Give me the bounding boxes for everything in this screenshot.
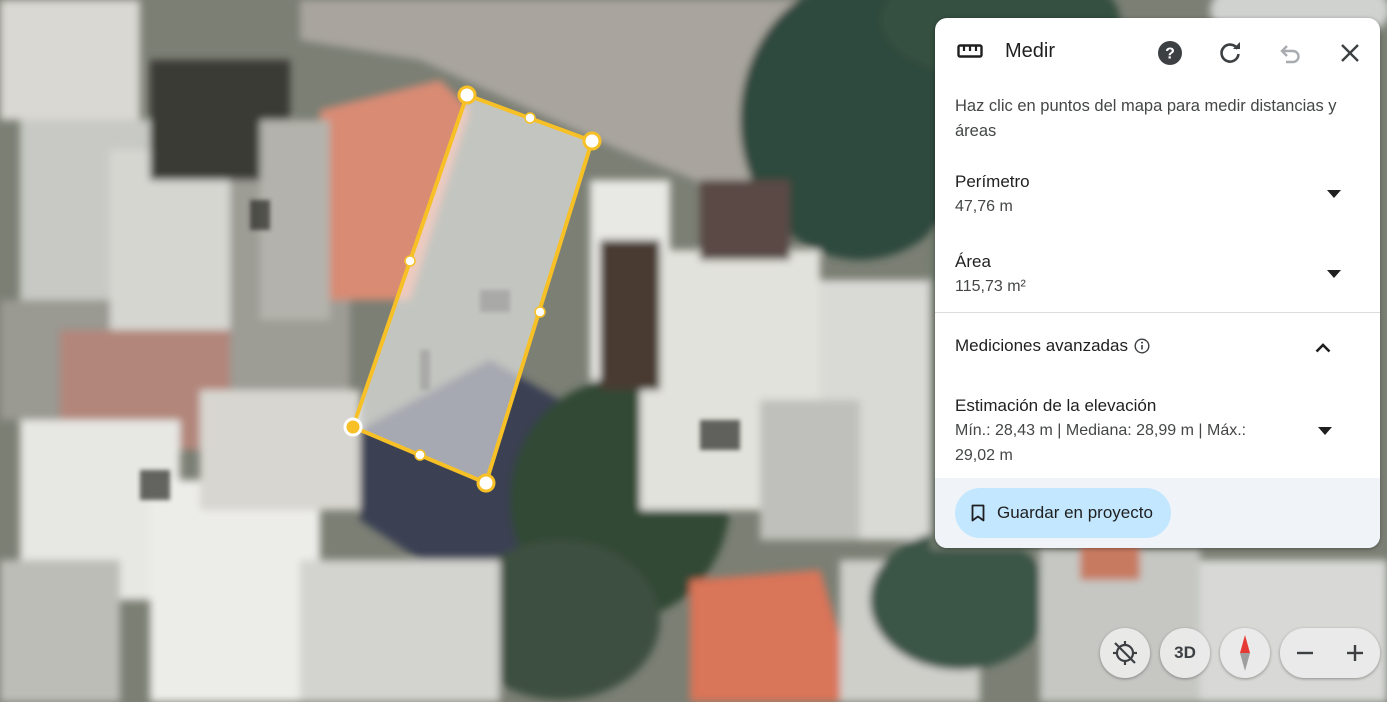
plus-icon xyxy=(1347,645,1363,661)
elevation-value: Mín.: 28,43 m | Mediana: 28,99 m | Máx.:… xyxy=(955,422,1247,464)
info-icon[interactable] xyxy=(1134,338,1150,354)
advanced-measurements-header[interactable]: Mediciones avanzadas xyxy=(955,336,1150,356)
elevation-row[interactable]: Estimación de la elevación Mín.: 28,43 m… xyxy=(955,394,1285,468)
divider xyxy=(935,312,1380,313)
zoom-control xyxy=(1280,628,1380,678)
elevation-expand-button[interactable] xyxy=(1313,419,1337,443)
perimeter-value: 47,76 m xyxy=(955,198,1013,215)
panel-header: Medir ? xyxy=(935,18,1380,88)
refresh-button[interactable] xyxy=(1213,36,1247,70)
save-to-project-label: Guardar en proyecto xyxy=(997,503,1153,522)
caret-down-icon xyxy=(1318,427,1332,435)
caret-down-icon xyxy=(1327,190,1341,198)
panel-footer: Guardar en proyecto xyxy=(935,478,1380,548)
3d-label: 3D xyxy=(1174,643,1196,662)
save-to-project-button[interactable]: Guardar en proyecto xyxy=(955,488,1171,538)
location-button[interactable] xyxy=(1100,628,1150,678)
3d-toggle-button[interactable]: 3D xyxy=(1160,628,1210,678)
area-expand-button[interactable] xyxy=(1322,262,1346,286)
help-button[interactable]: ? xyxy=(1153,36,1187,70)
help-icon: ? xyxy=(1158,41,1182,65)
perimeter-label: Perímetro xyxy=(955,172,1030,191)
panel-title: Medir xyxy=(1005,40,1056,62)
area-label: Área xyxy=(955,252,991,271)
undo-icon xyxy=(1280,45,1300,64)
perimeter-expand-button[interactable] xyxy=(1322,182,1346,206)
zoom-out-button[interactable] xyxy=(1280,628,1330,678)
minus-icon xyxy=(1297,651,1313,655)
advanced-collapse-button[interactable] xyxy=(1311,336,1335,360)
perimeter-row[interactable]: Perímetro 47,76 m xyxy=(955,170,1360,219)
svg-text:?: ? xyxy=(1165,46,1175,63)
ruler-icon xyxy=(957,44,983,58)
undo-button[interactable] xyxy=(1273,36,1307,70)
chevron-up-icon xyxy=(1315,343,1331,353)
refresh-icon xyxy=(1220,42,1240,63)
compass-button[interactable] xyxy=(1220,628,1270,678)
area-row[interactable]: Área 115,73 m² xyxy=(955,250,1360,299)
location-off-icon xyxy=(1113,641,1137,665)
area-value: 115,73 m² xyxy=(955,278,1026,295)
close-icon xyxy=(1341,44,1359,62)
compass-icon xyxy=(1240,635,1250,671)
instructions-text: Haz clic en puntos del mapa para medir d… xyxy=(955,97,1337,140)
zoom-in-button[interactable] xyxy=(1330,628,1380,678)
bookmark-icon xyxy=(971,504,985,522)
elevation-label: Estimación de la elevación xyxy=(955,396,1157,415)
advanced-measurements-label: Mediciones avanzadas xyxy=(955,336,1128,355)
close-button[interactable] xyxy=(1333,36,1367,70)
caret-down-icon xyxy=(1327,270,1341,278)
measure-panel: Medir ? Haz clic en puntos del mapa para… xyxy=(935,18,1380,548)
